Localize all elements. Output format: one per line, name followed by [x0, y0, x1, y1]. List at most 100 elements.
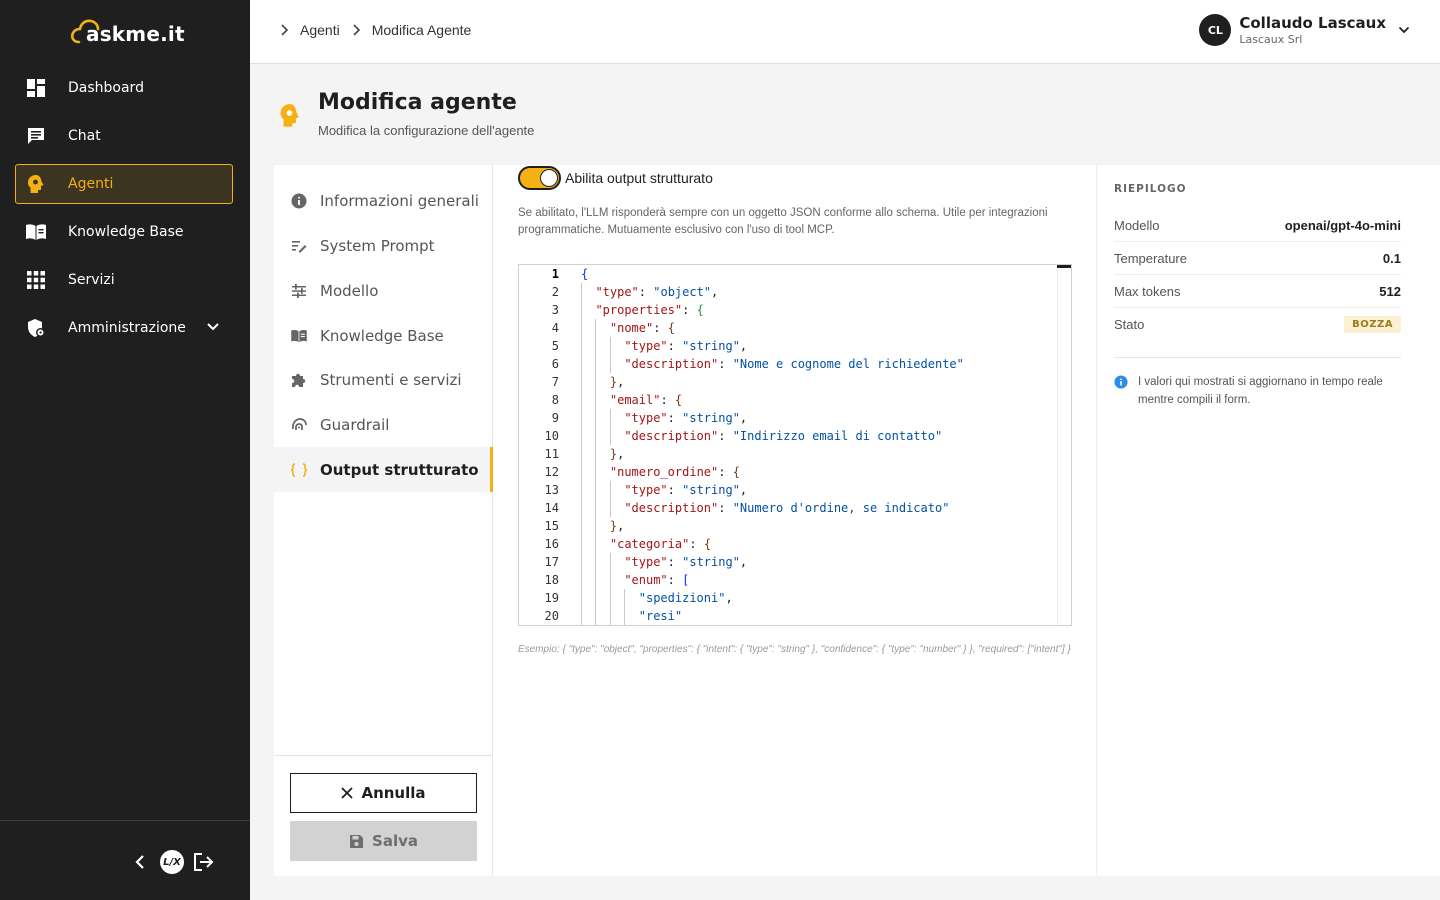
- code-token: ,: [711, 285, 719, 299]
- user-menu[interactable]: CL Collaudo Lascaux Lascaux Srl: [1199, 14, 1410, 46]
- indent-guide: [609, 553, 611, 571]
- sidebar-item-dashboard[interactable]: Dashboard: [15, 68, 233, 108]
- chevron-down-icon[interactable]: [1398, 26, 1410, 34]
- code-token: :: [718, 357, 733, 371]
- code-token: "categoria": [609, 537, 690, 551]
- summary-row-temperature: Temperature 0.1: [1114, 242, 1401, 275]
- lascaux-logo-badge[interactable]: L/X: [160, 850, 184, 874]
- indent-guide: [595, 373, 597, 391]
- tab-modello[interactable]: Modello: [274, 268, 493, 313]
- code-token: :: [667, 483, 683, 497]
- line-number: 4: [551, 321, 559, 335]
- code-line: "type": "string",: [624, 481, 747, 499]
- summary-row-max-tokens: Max tokens 512: [1114, 275, 1401, 308]
- tab-label: System Prompt: [320, 236, 435, 255]
- indent-guide: [595, 517, 597, 535]
- indent-guide: [609, 607, 611, 625]
- code-token: {: [732, 465, 740, 479]
- code-token: :: [718, 465, 733, 479]
- breadcrumb-item-current: Modifica Agente: [371, 22, 472, 38]
- code-token: :: [718, 501, 733, 515]
- indent-guide: [581, 463, 582, 481]
- structured-output-toggle[interactable]: [518, 166, 561, 190]
- editor-scrollbar[interactable]: [1057, 268, 1071, 625]
- sidebar-item-label: Knowledge Base: [68, 224, 184, 240]
- logout-icon[interactable]: [191, 849, 217, 875]
- indent-guide: [581, 589, 582, 607]
- save-button[interactable]: Salva: [290, 821, 477, 861]
- code-line: },: [610, 445, 624, 463]
- code-token: ,: [617, 447, 625, 461]
- tab-knowledge-base[interactable]: Knowledge Base: [274, 313, 493, 358]
- tab-strumenti-e-servizi[interactable]: Strumenti e servizi: [274, 357, 493, 402]
- breadcrumb: Agenti Modifica Agente: [280, 22, 471, 38]
- sidebar-item-label: Agenti: [68, 176, 114, 192]
- agent-icon: [24, 172, 48, 196]
- code-token: :: [667, 573, 683, 587]
- line-number: 20: [544, 609, 559, 623]
- indent-guide: [595, 355, 597, 373]
- code-line: "categoria": {: [610, 535, 711, 553]
- tab-system-prompt[interactable]: System Prompt: [274, 223, 493, 268]
- tab-output-strutturato[interactable]: Output strutturato: [274, 447, 493, 492]
- code-token: "string": [682, 411, 740, 425]
- line-number: 2: [551, 285, 559, 299]
- sidebar-item-chat[interactable]: Chat: [15, 116, 233, 156]
- indent-guide: [595, 409, 597, 427]
- breadcrumb-item-agenti[interactable]: Agenti: [300, 22, 340, 38]
- code-token: "type": [624, 339, 668, 353]
- line-number: 7: [551, 375, 559, 389]
- line-number: 14: [544, 501, 559, 515]
- agent-icon: [278, 103, 302, 133]
- code-line: "enum": [: [624, 571, 689, 589]
- toggle-knob: [540, 169, 558, 187]
- indent-guide: [581, 607, 582, 625]
- indent-guide: [581, 355, 582, 373]
- tab-guardrail[interactable]: Guardrail: [274, 402, 493, 447]
- summary-panel: RIEPILOGO Modello openai/gpt-4o-mini Tem…: [1096, 165, 1440, 876]
- tab-informazioni-generali[interactable]: Informazioni generali: [274, 178, 493, 223]
- collapse-chevron-left-icon[interactable]: [127, 849, 153, 875]
- sidebar-item-amministrazione[interactable]: Amministrazione: [15, 308, 233, 348]
- code-token: ,: [617, 519, 625, 533]
- indent-guide: [581, 535, 582, 553]
- indent-guide: [595, 463, 597, 481]
- indent-guide: [595, 607, 597, 625]
- indent-guide: [609, 589, 611, 607]
- sidebar-item-agenti[interactable]: Agenti: [15, 164, 233, 204]
- cancel-button[interactable]: Annulla: [290, 773, 477, 813]
- line-number: 15: [544, 519, 559, 533]
- askme-logo[interactable]: askme.it: [70, 18, 185, 50]
- line-number: 13: [544, 483, 559, 497]
- sidebar-item-servizi[interactable]: Servizi: [15, 260, 233, 300]
- agent-edit-card: Informazioni generali System Prompt Mode…: [274, 165, 1440, 876]
- indent-guide: [609, 427, 611, 445]
- line-number: 17: [544, 555, 559, 569]
- code-line: {: [581, 265, 588, 283]
- indent-guide: [595, 481, 597, 499]
- user-org: Lascaux Srl: [1239, 33, 1303, 46]
- indent-guide: [581, 517, 582, 535]
- indent-guide: [624, 589, 626, 607]
- summary-info-text: I valori qui mostrati si aggiornano in t…: [1138, 376, 1383, 406]
- indent-guide: [581, 409, 582, 427]
- line-number: 3: [551, 303, 559, 317]
- indent-guide: [581, 571, 582, 589]
- sidebar-item-knowledge-base[interactable]: Knowledge Base: [15, 212, 233, 252]
- tab-label: Modello: [320, 281, 379, 300]
- code-token: "description": [624, 429, 719, 443]
- tab-label: Guardrail: [320, 415, 390, 434]
- indent-guide: [581, 319, 582, 337]
- code-token: ,: [617, 375, 625, 389]
- code-token: {: [581, 267, 589, 281]
- line-number: 6: [551, 357, 559, 371]
- chevron-down-icon[interactable]: [206, 320, 220, 336]
- json-schema-editor[interactable]: 1{2 "type": "object", 3 "properties": {4 "no…: [518, 264, 1072, 626]
- summary-value: openai/gpt-4o-mini: [1284, 217, 1401, 233]
- code-token: ,: [739, 555, 748, 569]
- admin-shield-icon: [24, 316, 48, 340]
- code-line: "resi": [639, 607, 682, 625]
- user-info: Collaudo Lascaux Lascaux Srl: [1239, 14, 1386, 46]
- indent-guide: [609, 409, 611, 427]
- book-icon: [290, 329, 308, 343]
